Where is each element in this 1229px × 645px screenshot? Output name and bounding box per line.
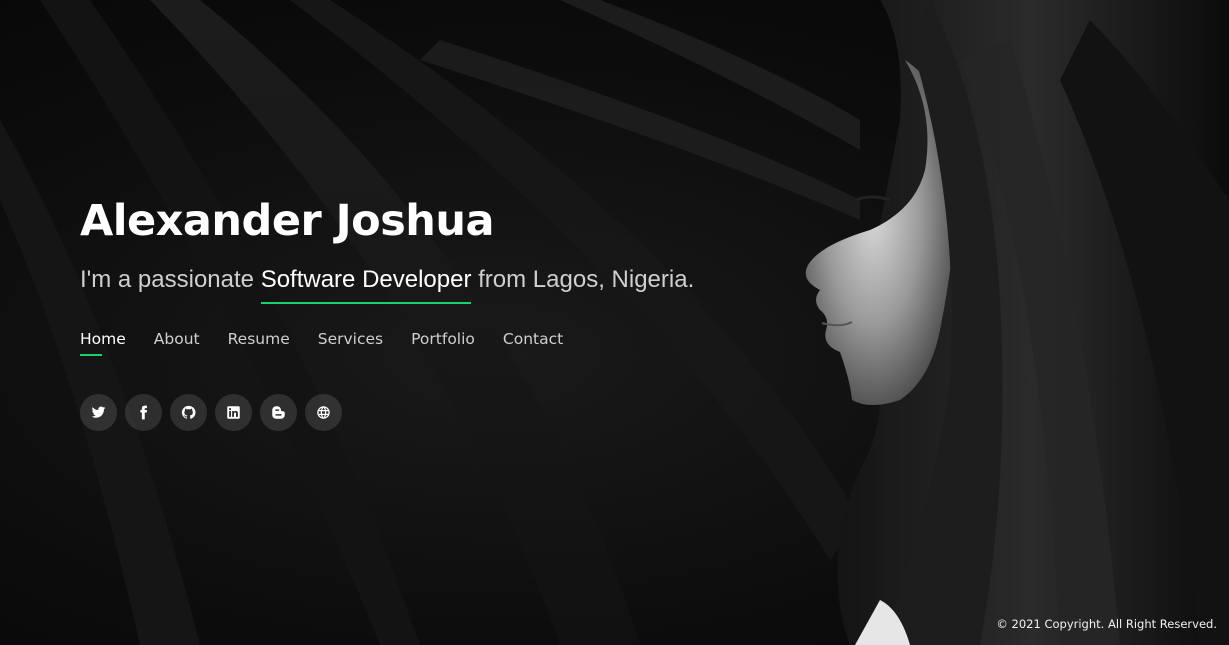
tagline-role: Software Developer [260,266,471,304]
hero-tagline: I'm a passionate Software Developer from… [80,266,695,304]
hero-section: Alexander Joshua I'm a passionate Softwa… [0,0,1229,645]
copyright-text: © 2021 Copyright. All Right Reserved. [996,617,1217,631]
blogger-button[interactable] [260,394,297,431]
main-nav: Home About Resume Services Portfolio Con… [80,330,563,356]
linkedin-button[interactable] [215,394,252,431]
nav-services[interactable]: Services [318,330,383,356]
facebook-icon [140,405,147,420]
linkedin-icon [227,406,240,419]
nav-home[interactable]: Home [80,330,126,356]
blogger-icon [272,406,285,419]
website-button[interactable] [305,394,342,431]
github-button[interactable] [170,394,207,431]
twitter-icon [91,406,106,418]
twitter-button[interactable] [80,394,117,431]
tagline-suffix: from Lagos, Nigeria. [471,266,695,293]
hero-content: Alexander Joshua I'm a passionate Softwa… [80,0,800,645]
nav-resume[interactable]: Resume [228,330,290,356]
github-icon [181,405,196,419]
hero-name: Alexander Joshua [80,196,495,246]
tagline-prefix: I'm a passionate [80,266,261,293]
nav-contact[interactable]: Contact [503,330,563,356]
social-links [80,394,342,431]
website-icon [317,406,330,419]
facebook-button[interactable] [125,394,162,431]
nav-portfolio[interactable]: Portfolio [411,330,475,356]
nav-about[interactable]: About [154,330,200,356]
